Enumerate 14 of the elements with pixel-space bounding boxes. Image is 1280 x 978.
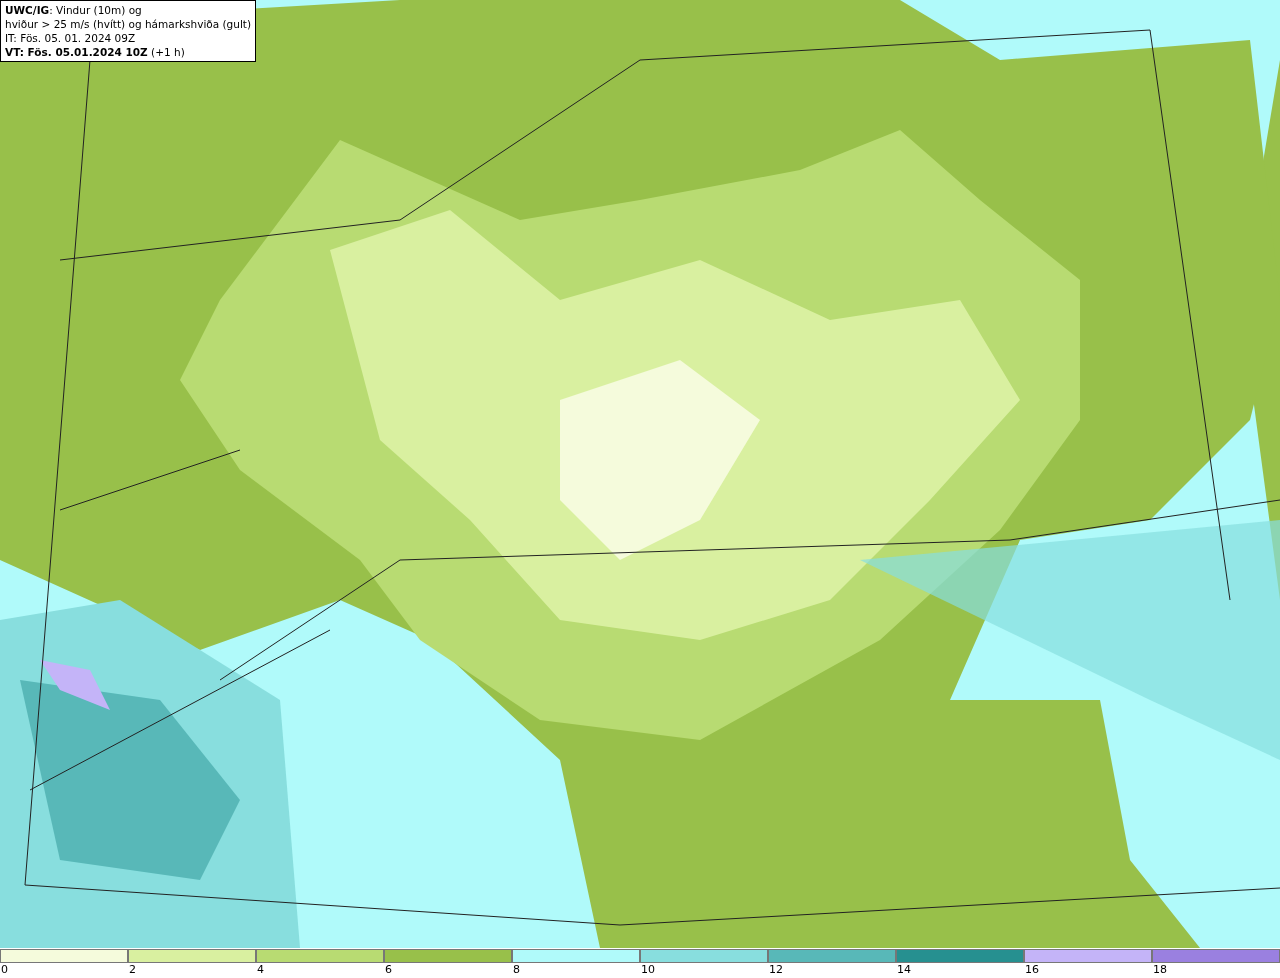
legend-label: 18 bbox=[1152, 963, 1167, 977]
title-line: VT: Fös. 05.01.2024 10Z (+1 h) bbox=[5, 45, 186, 59]
legend-label: 14 bbox=[896, 963, 911, 977]
legend-label: 16 bbox=[1024, 963, 1039, 977]
legend-label: 6 bbox=[384, 963, 392, 977]
legend-label: 8 bbox=[512, 963, 520, 977]
title-line: IT: Fös. 05. 01. 2024 09Z bbox=[5, 31, 137, 45]
legend-label: 2 bbox=[128, 963, 136, 977]
legend-label: 0 bbox=[0, 963, 8, 977]
legend-label: 12 bbox=[768, 963, 783, 977]
title-line: hviður > 25 m/s (hvítt) og hámarkshviða (gult) bbox=[5, 17, 252, 31]
legend-label: 10 bbox=[640, 963, 655, 977]
title-line: UWC/IG: Vindur (10m) og bbox=[5, 3, 143, 17]
legend-label: 4 bbox=[256, 963, 264, 977]
